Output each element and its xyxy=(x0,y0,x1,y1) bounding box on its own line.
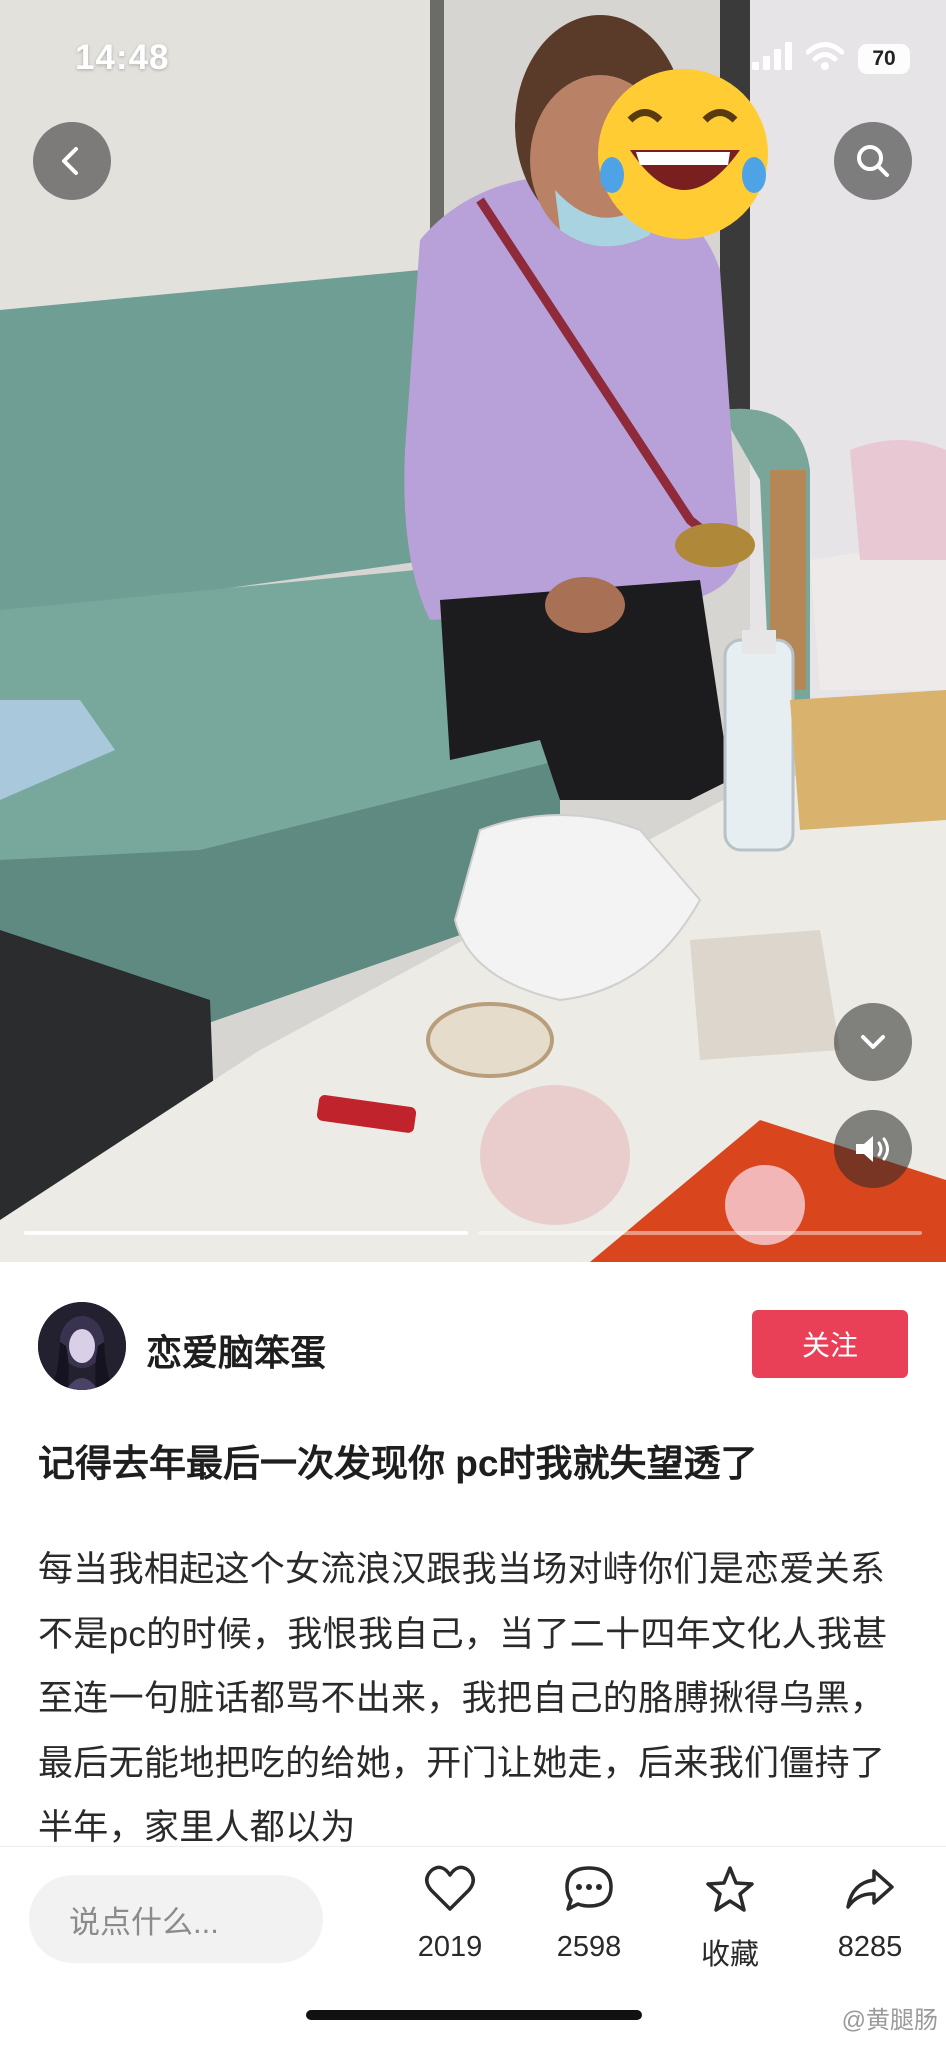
favorite-label: 收藏 xyxy=(700,1939,759,1971)
comment-count: 2598 xyxy=(556,1931,622,1963)
pager-segment-1[interactable] xyxy=(24,1231,468,1235)
comment-bubble-icon xyxy=(565,1866,613,1911)
status-time: 14:48 xyxy=(75,38,170,77)
chevron-left-icon xyxy=(62,147,78,175)
search-icon xyxy=(857,145,889,177)
star-icon xyxy=(706,1866,754,1912)
favorite-button[interactable]: 收藏 xyxy=(670,1865,790,1973)
photo-scene xyxy=(0,0,946,1262)
search-button[interactable] xyxy=(834,122,912,200)
comment-button[interactable]: 2598 xyxy=(529,1865,649,1964)
battery-indicator: 70 xyxy=(858,43,910,74)
status-bar: 14:48 70 xyxy=(0,0,946,120)
share-button[interactable]: 8285 xyxy=(810,1865,930,1964)
collapse-button[interactable] xyxy=(834,1003,912,1081)
follow-button[interactable]: 关注 xyxy=(752,1310,908,1378)
image-pager[interactable] xyxy=(24,1231,922,1235)
avatar[interactable] xyxy=(38,1302,126,1390)
speaker-icon xyxy=(856,1136,889,1162)
post-body: 每当我相起这个女流浪汉跟我当场对峙你们是恋爱关系不是pc的时候，我恨我自己，当了… xyxy=(38,1550,888,1847)
cellular-signal-icon xyxy=(752,42,792,75)
share-count: 8285 xyxy=(837,1931,903,1963)
author-row: 恋爱脑笨蛋 关注 xyxy=(0,1262,946,1422)
back-button[interactable] xyxy=(33,122,111,200)
share-arrow-icon xyxy=(846,1869,894,1909)
pager-segment-2[interactable] xyxy=(478,1231,922,1235)
home-indicator[interactable] xyxy=(306,2010,642,2020)
like-count: 2019 xyxy=(417,1931,483,1963)
sound-button[interactable] xyxy=(834,1110,912,1188)
heart-icon xyxy=(425,1865,475,1911)
like-button[interactable]: 2019 xyxy=(390,1865,510,1964)
status-indicators: 70 xyxy=(752,42,910,75)
author-name[interactable]: 恋爱脑笨蛋 xyxy=(146,1324,326,1376)
comment-input[interactable]: 说点什么... xyxy=(29,1875,323,1963)
post-title: 记得去年最后一次发现你 pc时我就失望透了 xyxy=(38,1443,758,1484)
weibo-watermark: @黄腿肠 xyxy=(841,2007,938,2034)
post-image[interactable]: 14:48 70 xyxy=(0,0,946,1262)
wifi-icon xyxy=(805,42,845,75)
chevron-down-icon xyxy=(861,1035,885,1049)
